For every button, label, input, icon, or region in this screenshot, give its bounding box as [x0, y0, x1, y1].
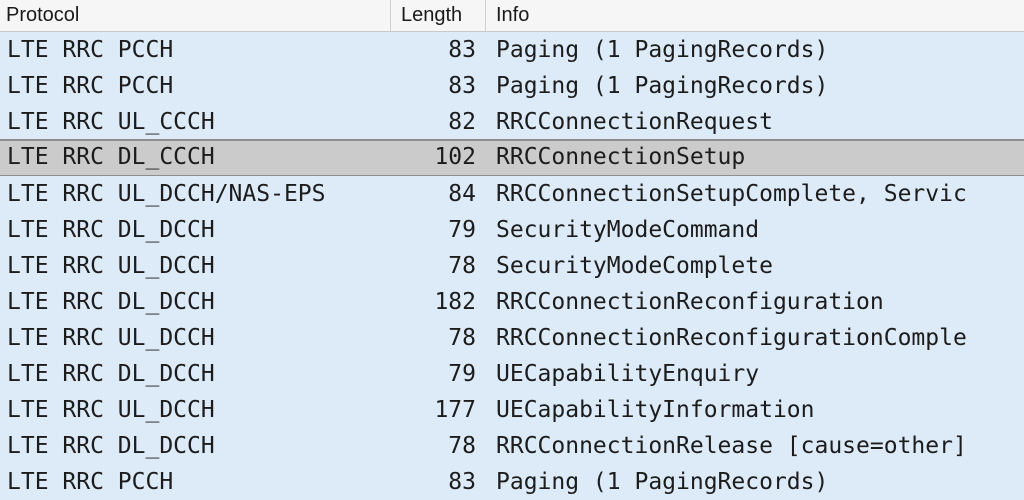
packet-row[interactable]: LTE RRC DL_DCCH 182 RRCConnectionReconfi… — [0, 284, 1024, 320]
packet-row[interactable]: LTE RRC UL_DCCH 78 SecurityModeComplete — [0, 248, 1024, 284]
protocol-cell: LTE RRC DL_DCCH — [7, 217, 215, 243]
protocol-cell: LTE RRC DL_DCCH — [7, 361, 215, 387]
packet-row-selected[interactable]: LTE RRC DL_CCCH 102 RRCConnectionSetup — [0, 139, 1024, 177]
info-cell: RRCConnectionSetupComplete, Servic — [496, 181, 967, 207]
protocol-cell: LTE RRC DL_DCCH — [7, 289, 215, 315]
column-header: Protocol Length Info — [0, 0, 1024, 32]
protocol-cell: LTE RRC UL_DCCH — [7, 253, 215, 279]
column-header-info[interactable]: Info — [485, 0, 1024, 31]
info-cell: SecurityModeCommand — [496, 217, 760, 243]
length-cell: 84 — [448, 181, 476, 207]
length-cell: 82 — [448, 109, 476, 135]
length-cell: 83 — [448, 469, 476, 495]
info-cell: SecurityModeComplete — [496, 253, 773, 279]
packet-row[interactable]: LTE RRC DL_DCCH 79 UECapabilityEnquiry — [0, 356, 1024, 392]
length-cell: 83 — [448, 37, 476, 63]
info-cell: RRCConnectionReconfigurationComple — [496, 325, 967, 351]
packet-row[interactable]: LTE RRC UL_DCCH/NAS-EPS 84 RRCConnection… — [0, 176, 1024, 212]
packet-row[interactable]: LTE RRC PCCH 83 Paging (1 PagingRecords) — [0, 68, 1024, 104]
packet-row[interactable]: LTE RRC UL_CCCH 82 RRCConnectionRequest — [0, 104, 1024, 140]
protocol-cell: LTE RRC PCCH — [7, 37, 174, 63]
info-cell: Paging (1 PagingRecords) — [496, 73, 829, 99]
info-cell: UECapabilityInformation — [496, 397, 815, 423]
info-cell: RRCConnectionSetup — [496, 144, 746, 170]
column-header-length[interactable]: Length — [390, 0, 485, 31]
packet-row[interactable]: LTE RRC PCCH 83 Paging (1 PagingRecords) — [0, 464, 1024, 500]
length-cell: 78 — [448, 253, 476, 279]
protocol-cell: LTE RRC DL_CCCH — [7, 144, 215, 170]
packet-row[interactable]: LTE RRC PCCH 83 Paging (1 PagingRecords) — [0, 32, 1024, 68]
length-cell: 182 — [434, 289, 476, 315]
packet-list: Protocol Length Info LTE RRC PCCH 83 Pag… — [0, 0, 1024, 500]
info-cell: RRCConnectionRelease [cause=other] — [496, 433, 967, 459]
length-cell: 78 — [448, 325, 476, 351]
info-cell: RRCConnectionRequest — [496, 109, 773, 135]
length-cell: 79 — [448, 361, 476, 387]
length-cell: 83 — [448, 73, 476, 99]
packet-row[interactable]: LTE RRC DL_DCCH 79 SecurityModeCommand — [0, 212, 1024, 248]
packet-row[interactable]: LTE RRC UL_DCCH 78 RRCConnectionReconfig… — [0, 320, 1024, 356]
protocol-cell: LTE RRC UL_DCCH — [7, 325, 215, 351]
info-cell: Paging (1 PagingRecords) — [496, 37, 829, 63]
packet-row[interactable]: LTE RRC UL_DCCH 177 UECapabilityInformat… — [0, 392, 1024, 428]
length-cell: 102 — [434, 144, 476, 170]
info-cell: Paging (1 PagingRecords) — [496, 469, 829, 495]
packet-rows: LTE RRC PCCH 83 Paging (1 PagingRecords)… — [0, 32, 1024, 500]
protocol-cell: LTE RRC PCCH — [7, 469, 174, 495]
protocol-cell: LTE RRC UL_DCCH — [7, 397, 215, 423]
protocol-cell: LTE RRC PCCH — [7, 73, 174, 99]
packet-row[interactable]: LTE RRC DL_DCCH 78 RRCConnectionRelease … — [0, 428, 1024, 464]
info-cell: RRCConnectionReconfiguration — [496, 289, 884, 315]
column-header-protocol[interactable]: Protocol — [0, 0, 390, 31]
length-cell: 79 — [448, 217, 476, 243]
protocol-cell: LTE RRC DL_DCCH — [7, 433, 215, 459]
protocol-cell: LTE RRC UL_DCCH/NAS-EPS — [7, 181, 326, 207]
protocol-cell: LTE RRC UL_CCCH — [7, 109, 215, 135]
info-cell: UECapabilityEnquiry — [496, 361, 760, 387]
length-cell: 78 — [448, 433, 476, 459]
length-cell: 177 — [434, 397, 476, 423]
